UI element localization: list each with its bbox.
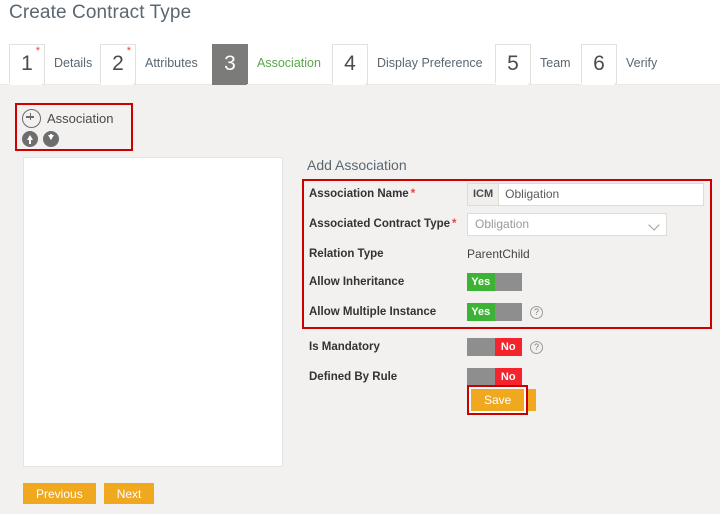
defined-by-rule-toggle[interactable]: No	[467, 368, 522, 386]
plus-circle-icon[interactable]	[22, 109, 41, 128]
label-relation-type: Relation Type	[302, 248, 467, 260]
toggle-knob	[467, 368, 495, 386]
field-row-association-name: Association Name* ICM Obligation	[302, 179, 714, 209]
step-number-2: 2	[112, 53, 124, 74]
next-button[interactable]: Next	[104, 483, 155, 504]
step-badge-1: 1 *	[9, 44, 45, 84]
step-number-1: 1	[21, 53, 33, 74]
wizard-step-team[interactable]: 5 Team	[495, 44, 571, 84]
save-button-highlight: Save	[467, 385, 528, 415]
step-number-6: 6	[593, 53, 605, 74]
field-row-associated-contract-type: Associated Contract Type* Obligation	[302, 209, 714, 239]
reorder-controls	[22, 131, 127, 147]
add-association-button[interactable]: Association	[22, 107, 127, 129]
step-number-3: 3	[224, 53, 236, 74]
add-association-label: Association	[47, 111, 113, 126]
previous-button[interactable]: Previous	[23, 483, 96, 504]
label-is-mandatory: Is Mandatory	[302, 341, 467, 353]
step-label-attributes: Attributes	[136, 44, 198, 70]
label-association-name: Association Name*	[302, 188, 467, 200]
field-row-is-mandatory: Is Mandatory No ?	[302, 332, 714, 362]
is-mandatory-toggle[interactable]: No	[467, 338, 522, 356]
step-number-5: 5	[507, 53, 519, 74]
step-number-4: 4	[344, 53, 356, 74]
field-row-allow-multiple-instance: Allow Multiple Instance Yes ?	[302, 297, 714, 327]
step-label-team: Team	[531, 44, 571, 70]
toggle-off-label: No	[495, 368, 523, 386]
wizard-footer: Previous Next	[23, 483, 154, 504]
field-row-relation-type: Relation Type ParentChild	[302, 239, 714, 269]
association-toolbar: Association	[15, 103, 133, 151]
step-label-details: Details	[45, 44, 92, 70]
page-title: Create Contract Type	[9, 2, 191, 24]
step-badge-4: 4	[332, 44, 368, 84]
label-allow-inheritance: Allow Inheritance	[302, 276, 467, 288]
step-label-association: Association	[248, 44, 321, 70]
form-title: Add Association	[307, 157, 407, 173]
toggle-knob	[467, 338, 495, 356]
required-asterisk-icon: *	[411, 188, 415, 200]
required-asterisk-icon: *	[452, 218, 456, 230]
step-badge-3: 3	[212, 44, 248, 84]
label-allow-multiple-instance: Allow Multiple Instance	[302, 306, 467, 318]
label-text: Associated Contract Type	[309, 218, 450, 230]
required-asterisk-icon: *	[36, 46, 40, 57]
toggle-knob	[495, 303, 523, 321]
chevron-down-icon	[648, 219, 659, 230]
step-label-display-preference: Display Preference	[368, 44, 483, 70]
association-name-prefix: ICM	[468, 184, 499, 205]
association-name-input-group[interactable]: ICM Obligation	[467, 183, 704, 206]
wizard-step-association[interactable]: 3 Association	[212, 44, 321, 84]
wizard-step-attributes[interactable]: 2 * Attributes	[100, 44, 198, 84]
allow-inheritance-toggle[interactable]: Yes	[467, 273, 522, 291]
associated-contract-type-value: Obligation	[475, 217, 529, 231]
form-actions: Save Cancel	[467, 389, 536, 411]
toggle-off-label: No	[495, 338, 523, 356]
allow-multiple-instance-toggle[interactable]: Yes	[467, 303, 522, 321]
label-text: Association Name	[309, 188, 409, 200]
step-badge-5: 5	[495, 44, 531, 84]
step-label-verify: Verify	[617, 44, 657, 70]
save-button[interactable]: Save	[471, 389, 524, 411]
associated-contract-type-select[interactable]: Obligation	[467, 213, 667, 236]
arrow-up-circle-icon[interactable]	[22, 131, 38, 147]
question-mark-icon[interactable]: ?	[530, 306, 543, 319]
step-badge-2: 2 *	[100, 44, 136, 84]
field-row-allow-inheritance: Allow Inheritance Yes	[302, 267, 714, 297]
wizard-step-bar: 1 * Details 2 * Attributes 3 Association…	[0, 44, 720, 85]
association-name-input[interactable]: Obligation	[499, 184, 703, 205]
wizard-step-details[interactable]: 1 * Details	[9, 44, 92, 84]
label-defined-by-rule: Defined By Rule	[302, 371, 467, 383]
step-badge-6: 6	[581, 44, 617, 84]
toggle-on-label: Yes	[467, 273, 495, 291]
arrow-down-circle-icon[interactable]	[43, 131, 59, 147]
question-mark-icon[interactable]: ?	[530, 341, 543, 354]
content-area: Association Add Association Association …	[0, 85, 720, 514]
wizard-step-verify[interactable]: 6 Verify	[581, 44, 657, 84]
toggle-on-label: Yes	[467, 303, 495, 321]
label-associated-contract-type: Associated Contract Type*	[302, 218, 467, 230]
required-asterisk-icon: *	[127, 46, 131, 57]
relation-type-value: ParentChild	[467, 247, 530, 261]
toggle-knob	[495, 273, 523, 291]
wizard-step-display-preference[interactable]: 4 Display Preference	[332, 44, 483, 84]
association-list-panel[interactable]	[23, 157, 283, 467]
